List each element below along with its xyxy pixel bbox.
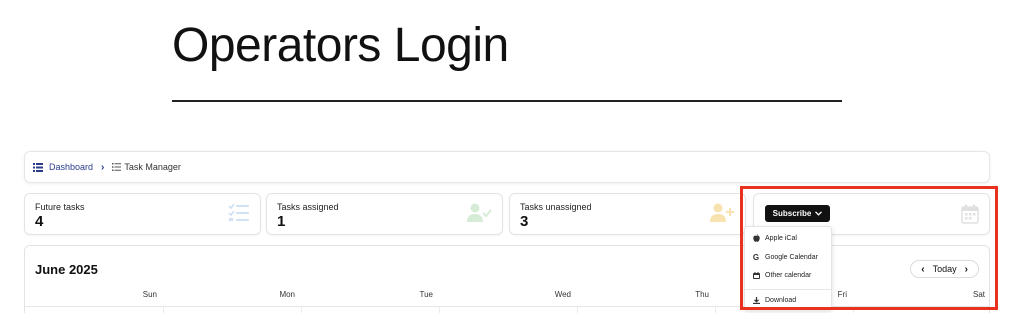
user-check-icon <box>466 203 492 228</box>
weekday-wed: Wed <box>554 290 571 299</box>
stat-label: Future tasks <box>35 202 85 212</box>
calendar-column-divider <box>715 306 716 313</box>
breadcrumb-dashboard-link[interactable]: Dashboard <box>33 162 93 172</box>
stat-card-tasks-assigned[interactable]: Tasks assigned 1 <box>266 193 503 235</box>
list-icon <box>33 162 43 172</box>
page-title: Operators Login <box>172 19 509 72</box>
breadcrumb-current: Task Manager <box>112 162 181 172</box>
calendar-column-divider <box>163 306 164 313</box>
title-underline <box>172 100 842 102</box>
breadcrumb-dashboard-label: Dashboard <box>49 162 94 172</box>
stat-label: Tasks assigned <box>277 202 339 212</box>
weekday-tue: Tue <box>419 290 434 299</box>
calendar-column-divider <box>577 306 578 313</box>
calendar-title: June 2025 <box>35 262 98 277</box>
calendar-column-divider <box>301 306 302 313</box>
breadcrumb: Dashboard › Task Manager <box>24 151 990 183</box>
breadcrumb-current-label: Task Manager <box>124 162 181 172</box>
calendar-column-divider <box>439 306 440 313</box>
stat-card-tasks-unassigned[interactable]: Tasks unassigned 3 <box>509 193 746 235</box>
stat-value: 1 <box>277 213 286 230</box>
weekday-mon: Mon <box>279 290 295 299</box>
stat-value: 4 <box>35 213 44 230</box>
weekday-thu: Thu <box>695 290 709 299</box>
stat-value: 3 <box>520 213 529 230</box>
highlight-box <box>740 186 998 310</box>
task-list-icon <box>228 203 250 228</box>
chevron-right-icon: › <box>101 161 105 173</box>
stat-label: Tasks unassigned <box>520 202 592 212</box>
stat-card-future-tasks[interactable]: Future tasks 4 <box>24 193 261 235</box>
user-plus-icon <box>709 203 735 228</box>
weekday-sun: Sun <box>142 290 157 299</box>
tasks-icon <box>112 163 122 171</box>
